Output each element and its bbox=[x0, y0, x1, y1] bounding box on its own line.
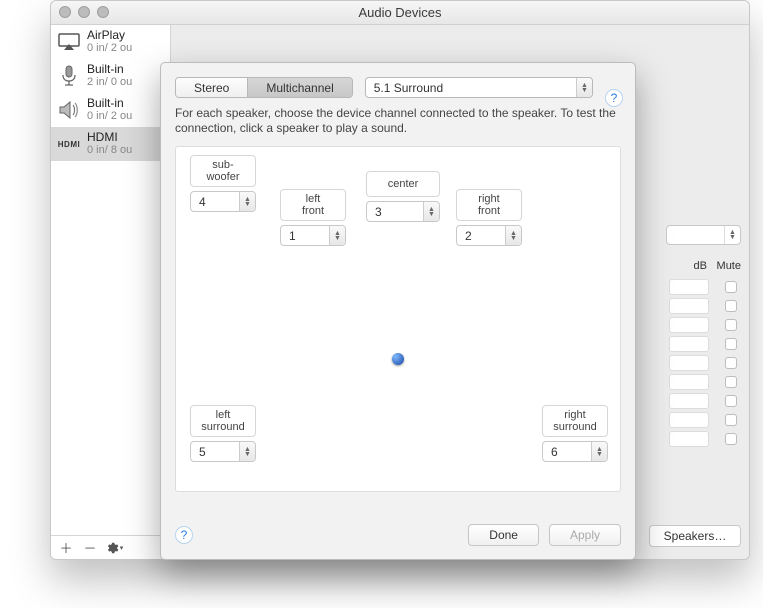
tab-stereo[interactable]: Stereo bbox=[176, 78, 247, 97]
speaker-label[interactable]: rightfront bbox=[456, 189, 522, 221]
speaker-icon bbox=[57, 98, 81, 122]
traffic-lights bbox=[59, 6, 109, 18]
table-row bbox=[669, 410, 741, 429]
format-select[interactable]: ▲▼ bbox=[666, 225, 741, 245]
device-sidebar: AirPlay0 in/ 2 ou Built-in2 in/ 0 ou Bui… bbox=[51, 25, 171, 559]
table-row bbox=[669, 296, 741, 315]
channel-select-left-surround[interactable]: 5▲▼ bbox=[190, 441, 256, 462]
remove-button[interactable]: － bbox=[79, 539, 101, 557]
chevron-up-down-icon: ▲▼ bbox=[576, 78, 592, 97]
sidebar-item-sub: 2 in/ 0 ou bbox=[87, 76, 132, 89]
mute-checkbox[interactable] bbox=[725, 395, 737, 407]
table-row bbox=[669, 315, 741, 334]
zoom-icon[interactable] bbox=[97, 6, 109, 18]
layout-select[interactable]: 5.1 Surround ▲▼ bbox=[365, 77, 593, 98]
chevron-up-down-icon: ▲▼ bbox=[239, 442, 255, 461]
speaker-subwoofer: sub-woofer 4▲▼ bbox=[190, 155, 256, 212]
help-button[interactable]: ? bbox=[175, 526, 193, 544]
gear-icon[interactable]: ▾ bbox=[103, 539, 125, 557]
titlebar[interactable]: Audio Devices bbox=[51, 1, 749, 25]
done-button[interactable]: Done bbox=[468, 524, 539, 546]
table-row bbox=[669, 334, 741, 353]
tab-multichannel[interactable]: Multichannel bbox=[247, 78, 351, 97]
mute-checkbox[interactable] bbox=[725, 433, 737, 445]
table-row bbox=[669, 391, 741, 410]
configure-speakers-button[interactable]: Speakers… bbox=[649, 525, 741, 547]
sidebar-item-label: AirPlay bbox=[87, 29, 132, 42]
microphone-icon bbox=[57, 64, 81, 88]
close-icon[interactable] bbox=[59, 6, 71, 18]
speaker-label[interactable]: leftfront bbox=[280, 189, 346, 221]
speaker-label[interactable]: leftsurround bbox=[190, 405, 256, 437]
help-button[interactable]: ? bbox=[605, 89, 623, 107]
mute-checkbox[interactable] bbox=[725, 300, 737, 312]
db-header: dB bbox=[694, 260, 707, 272]
mode-segmented: Stereo Multichannel bbox=[175, 77, 353, 98]
speaker-label[interactable]: rightsurround bbox=[542, 405, 608, 437]
sidebar-item-airplay[interactable]: AirPlay0 in/ 2 ou bbox=[51, 25, 170, 59]
airplay-icon bbox=[57, 30, 81, 54]
instructions-text: For each speaker, choose the device chan… bbox=[161, 106, 635, 136]
apply-button[interactable]: Apply bbox=[549, 524, 621, 546]
table-row bbox=[669, 429, 741, 448]
sidebar-footer: ＋ － ▾ bbox=[51, 535, 170, 559]
layout-select-value: 5.1 Surround bbox=[374, 81, 443, 95]
mute-checkbox[interactable] bbox=[725, 338, 737, 350]
add-button[interactable]: ＋ bbox=[55, 539, 77, 557]
speaker-left-front: leftfront 1▲▼ bbox=[280, 189, 346, 246]
mute-header: Mute bbox=[717, 260, 741, 272]
sidebar-item-sub: 0 in/ 8 ou bbox=[87, 144, 132, 157]
listener-icon bbox=[392, 353, 404, 365]
chevron-up-down-icon: ▲▼ bbox=[239, 192, 255, 211]
table-row bbox=[669, 353, 741, 372]
sidebar-item-builtin-out[interactable]: Built-in0 in/ 2 ou bbox=[51, 93, 170, 127]
configure-speakers-sheet: ? Stereo Multichannel 5.1 Surround ▲▼ Fo… bbox=[160, 62, 636, 560]
channel-rows bbox=[669, 277, 741, 448]
sidebar-item-hdmi[interactable]: HDMI HDMI0 in/ 8 ou bbox=[51, 127, 170, 161]
channel-select-subwoofer[interactable]: 4▲▼ bbox=[190, 191, 256, 212]
chevron-up-down-icon: ▲▼ bbox=[505, 226, 521, 245]
mute-checkbox[interactable] bbox=[725, 376, 737, 388]
speaker-right-surround: rightsurround 6▲▼ bbox=[542, 405, 608, 462]
speaker-right-front: rightfront 2▲▼ bbox=[456, 189, 522, 246]
hdmi-icon: HDMI bbox=[57, 132, 81, 156]
sidebar-item-label: Built-in bbox=[87, 97, 132, 110]
minimize-icon[interactable] bbox=[78, 6, 90, 18]
window-title: Audio Devices bbox=[358, 5, 441, 20]
sidebar-item-sub: 0 in/ 2 ou bbox=[87, 110, 132, 123]
channel-select-right-front[interactable]: 2▲▼ bbox=[456, 225, 522, 246]
table-row bbox=[669, 277, 741, 296]
speaker-label[interactable]: sub-woofer bbox=[190, 155, 256, 187]
mute-checkbox[interactable] bbox=[725, 414, 737, 426]
mute-checkbox[interactable] bbox=[725, 281, 737, 293]
chevron-up-down-icon: ▲▼ bbox=[423, 202, 439, 221]
table-row bbox=[669, 372, 741, 391]
mute-checkbox[interactable] bbox=[725, 357, 737, 369]
speaker-label[interactable]: center bbox=[366, 171, 440, 197]
mute-checkbox[interactable] bbox=[725, 319, 737, 331]
speaker-center: center 3▲▼ bbox=[366, 171, 440, 222]
channel-select-center[interactable]: 3▲▼ bbox=[366, 201, 440, 222]
channel-select-right-surround[interactable]: 6▲▼ bbox=[542, 441, 608, 462]
sidebar-item-sub: 0 in/ 2 ou bbox=[87, 42, 132, 55]
sidebar-item-label: HDMI bbox=[87, 131, 132, 144]
sidebar-item-label: Built-in bbox=[87, 63, 132, 76]
chevron-up-down-icon: ▲▼ bbox=[329, 226, 345, 245]
speaker-layout-canvas: sub-woofer 4▲▼ leftfront 1▲▼ center 3▲▼ … bbox=[175, 146, 621, 492]
chevron-up-down-icon: ▲▼ bbox=[591, 442, 607, 461]
channel-select-left-front[interactable]: 1▲▼ bbox=[280, 225, 346, 246]
speaker-left-surround: leftsurround 5▲▼ bbox=[190, 405, 256, 462]
sidebar-item-builtin-mic[interactable]: Built-in2 in/ 0 ou bbox=[51, 59, 170, 93]
